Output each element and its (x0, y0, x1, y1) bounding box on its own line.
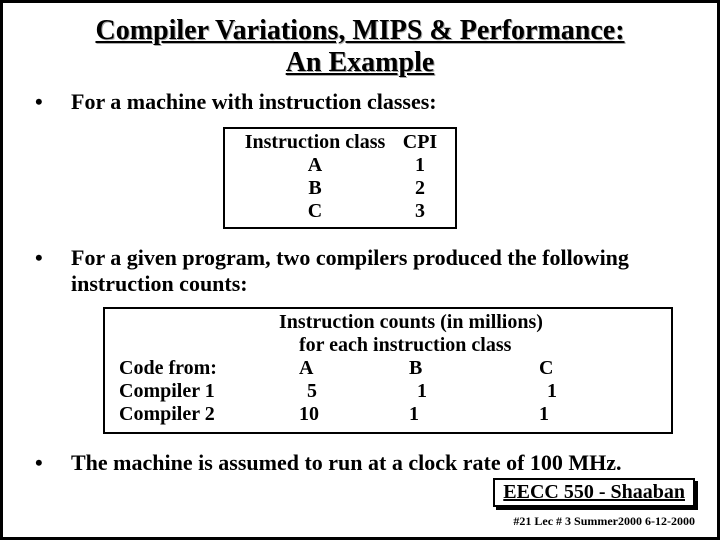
cpi-row-a-value: 1 (395, 154, 445, 177)
cpi-row-c-value: 3 (395, 200, 445, 223)
bullet-2-text: For a given program, two compilers produ… (71, 245, 629, 296)
cpi-row-c-label: C (235, 200, 395, 223)
cpi-row-b-value: 2 (395, 177, 445, 200)
counts-col-b: B (389, 357, 519, 380)
footer-course: EECC 550 - Shaaban (493, 478, 695, 507)
slide-title: Compiler Variations, MIPS & Performance:… (23, 15, 697, 79)
counts-header-1: Instruction counts (in millions) (279, 311, 657, 334)
cpi-table-header-class: Instruction class (235, 131, 395, 154)
bullet-1-text: For a machine with instruction classes: (71, 89, 437, 114)
compiler-2-label: Compiler 2 (119, 403, 279, 426)
code-from-label: Code from: (119, 357, 279, 380)
compiler-2-a: 10 (279, 403, 389, 426)
bullet-1: •For a machine with instruction classes: (53, 89, 697, 115)
counts-table: Instruction counts (in millions) for eac… (103, 307, 673, 434)
cpi-row-a-label: A (235, 154, 395, 177)
bullet-dot-icon: • (53, 89, 71, 115)
counts-col-a: A (279, 357, 389, 380)
bullet-3: •The machine is assumed to run at a cloc… (53, 450, 697, 476)
compiler-2-b: 1 (389, 403, 519, 426)
cpi-table-header-cpi: CPI (395, 131, 445, 154)
counts-col-c: C (519, 357, 649, 380)
footer-meta: #21 Lec # 3 Summer2000 6-12-2000 (513, 514, 695, 529)
compiler-1-b: 1 (397, 380, 527, 403)
compiler-2-c: 1 (519, 403, 649, 426)
counts-header-2: for each instruction class (299, 334, 657, 357)
compiler-1-label: Compiler 1 (119, 380, 279, 403)
compiler-1-a: 5 (279, 380, 397, 403)
cpi-table: Instruction class CPI A 1 B 2 C 3 (223, 127, 457, 229)
slide-frame: Compiler Variations, MIPS & Performance:… (0, 0, 720, 540)
bullet-3-text: The machine is assumed to run at a clock… (71, 450, 622, 475)
cpi-row-b-label: B (235, 177, 395, 200)
title-line-1: Compiler Variations, MIPS & Performance: (95, 15, 624, 46)
bullet-dot-icon: • (53, 450, 71, 476)
bullet-dot-icon: • (53, 245, 71, 271)
bullet-2: •For a given program, two compilers prod… (53, 245, 697, 297)
title-line-2: An Example (286, 47, 435, 78)
compiler-1-c: 1 (527, 380, 657, 403)
